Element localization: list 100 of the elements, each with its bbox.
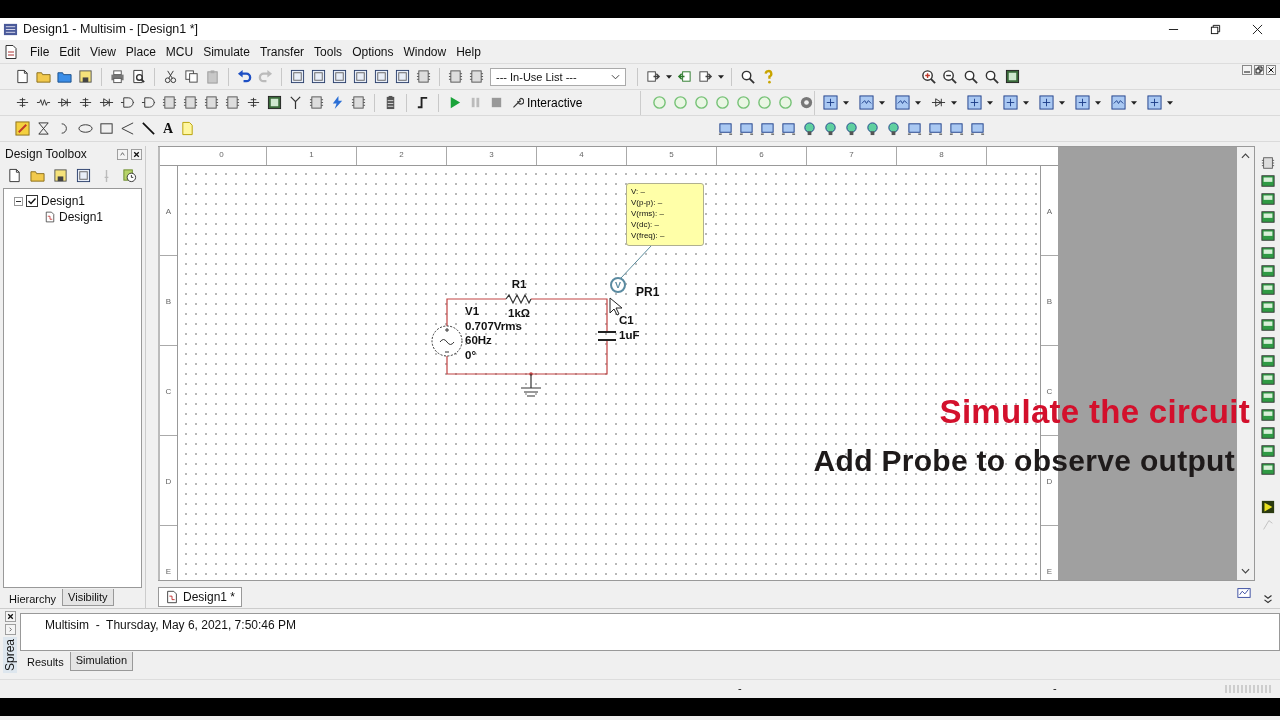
caret-icon[interactable] xyxy=(718,74,724,79)
menu-item[interactable]: Edit xyxy=(54,44,86,59)
chip-icon[interactable] xyxy=(183,95,198,110)
zoom-in-icon[interactable] xyxy=(921,69,936,84)
window-icon[interactable] xyxy=(374,69,389,84)
caret-icon[interactable] xyxy=(1095,100,1101,105)
rectangle-icon[interactable] xyxy=(99,121,114,136)
printer-icon[interactable] xyxy=(110,69,125,84)
menu-item[interactable]: Help xyxy=(451,44,486,59)
interactive-mode-button[interactable]: Interactive xyxy=(507,92,587,113)
menu-item[interactable]: Window xyxy=(398,44,452,59)
chip-icon[interactable] xyxy=(204,95,219,110)
window-icon[interactable] xyxy=(395,69,410,84)
schematic-symbol-icon[interactable] xyxy=(246,95,261,110)
page-arrow-icon[interactable] xyxy=(677,69,692,84)
window-icon[interactable] xyxy=(311,69,326,84)
voltage-probe[interactable]: V xyxy=(610,277,626,293)
restore-icon[interactable] xyxy=(1210,23,1221,35)
instrument-icon[interactable] xyxy=(1260,192,1275,206)
play-icon[interactable] xyxy=(1260,500,1275,514)
document-tab[interactable]: Design1 * xyxy=(158,587,243,607)
clipboard-icon[interactable] xyxy=(205,69,220,84)
tree-item[interactable]: Design1 xyxy=(59,210,104,224)
instrument-icon[interactable] xyxy=(1260,264,1275,278)
blank-page-icon[interactable] xyxy=(7,167,22,183)
chip-icon[interactable] xyxy=(162,95,177,110)
gear-icon[interactable] xyxy=(799,95,814,110)
instrument-icon[interactable] xyxy=(1260,174,1275,188)
panel-tab[interactable]: Visibility xyxy=(62,589,114,606)
window-icon[interactable] xyxy=(290,69,305,84)
chip-icon[interactable] xyxy=(416,69,431,84)
chip-icon[interactable] xyxy=(448,69,463,84)
instrument-icon[interactable] xyxy=(1260,444,1275,458)
framed-symbol-icon[interactable] xyxy=(823,95,838,110)
instrument-icon[interactable] xyxy=(1260,390,1275,404)
framed-symbol-icon[interactable] xyxy=(967,95,982,110)
bus-connector-icon[interactable] xyxy=(739,121,754,136)
clock-page-icon[interactable] xyxy=(122,167,137,183)
instrument-icon[interactable] xyxy=(1260,336,1275,350)
screen-icon[interactable] xyxy=(267,95,282,110)
caret-icon[interactable] xyxy=(879,100,885,105)
window-icon[interactable] xyxy=(332,69,347,84)
page-arrow-icon[interactable] xyxy=(698,69,713,84)
instrument-icon[interactable] xyxy=(1260,408,1275,422)
bus-connector-icon[interactable] xyxy=(970,121,985,136)
caret-icon[interactable] xyxy=(843,100,849,105)
menu-item[interactable]: Simulate xyxy=(198,44,255,59)
bus-connector-icon[interactable] xyxy=(781,121,796,136)
bulb-icon[interactable] xyxy=(886,121,901,136)
hourglass-icon[interactable] xyxy=(36,121,51,136)
bus-connector-icon[interactable] xyxy=(760,121,775,136)
menu-item[interactable]: Options xyxy=(347,44,399,59)
panel-title[interactable]: Sprea xyxy=(3,637,17,674)
framed-symbol-icon[interactable] xyxy=(1147,95,1162,110)
framed-symbol-icon[interactable] xyxy=(1039,95,1054,110)
resize-grip[interactable] xyxy=(1224,685,1274,693)
chevron-up-icon[interactable] xyxy=(1241,153,1250,159)
chevron-down-icon[interactable] xyxy=(1241,568,1250,574)
schematic-symbol-icon[interactable] xyxy=(78,95,93,110)
instrument-icon[interactable] xyxy=(1260,354,1275,368)
instrument-icon[interactable] xyxy=(1260,462,1275,476)
instrument-icon[interactable] xyxy=(1260,318,1275,332)
bulb-icon[interactable] xyxy=(844,121,859,136)
window-icon[interactable] xyxy=(76,167,91,183)
folder-icon[interactable] xyxy=(36,69,51,84)
menu-item[interactable]: Tools xyxy=(309,44,348,59)
caret-icon[interactable] xyxy=(1167,100,1173,105)
print-preview-icon[interactable] xyxy=(131,69,146,84)
magnifier-icon[interactable] xyxy=(984,69,999,84)
line-icon[interactable] xyxy=(141,121,156,136)
polyline-icon[interactable] xyxy=(120,121,135,136)
caret-icon[interactable] xyxy=(1023,100,1029,105)
chip-icon[interactable] xyxy=(1260,156,1275,170)
instrument-icon[interactable] xyxy=(1237,586,1251,600)
magnifier-icon[interactable] xyxy=(963,69,978,84)
diode-symbol-icon[interactable] xyxy=(99,95,114,110)
close-icon[interactable] xyxy=(1252,23,1263,35)
caret-icon[interactable] xyxy=(987,100,993,105)
zoom-out-icon[interactable] xyxy=(942,69,957,84)
bulb-icon[interactable] xyxy=(802,121,817,136)
framed-symbol-icon[interactable] xyxy=(895,95,910,110)
menu-item[interactable]: Transfer xyxy=(254,44,310,59)
folder-icon[interactable] xyxy=(57,69,72,84)
chip-icon[interactable] xyxy=(225,95,240,110)
gate-symbol-icon[interactable] xyxy=(141,95,156,110)
close-icon[interactable] xyxy=(131,148,142,160)
window-icon[interactable] xyxy=(353,69,368,84)
magnifier-icon[interactable] xyxy=(740,69,755,84)
text-tool[interactable]: A xyxy=(163,120,174,137)
copy-icon[interactable] xyxy=(184,69,199,84)
ellipse-icon[interactable] xyxy=(78,121,93,136)
undo-icon[interactable] xyxy=(237,69,252,84)
gate-symbol-icon[interactable] xyxy=(120,95,135,110)
framed-symbol-icon[interactable] xyxy=(1075,95,1090,110)
component-list-dropdown[interactable]: --- In-Use List --- xyxy=(490,67,626,86)
framed-symbol-icon[interactable] xyxy=(859,95,874,110)
bus-connector-icon[interactable] xyxy=(928,121,943,136)
instrument-icon[interactable] xyxy=(1260,282,1275,296)
scissors-icon[interactable] xyxy=(163,69,178,84)
panel-tab[interactable]: Simulation xyxy=(69,652,134,671)
